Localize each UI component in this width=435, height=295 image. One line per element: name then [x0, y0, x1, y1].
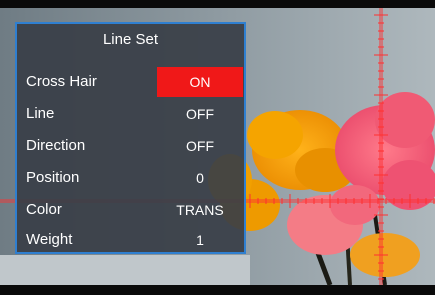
- menu-item-line[interactable]: Line OFF: [17, 99, 244, 129]
- menu-item-label: Weight: [26, 231, 73, 248]
- menu-item-value[interactable]: TRANS: [157, 195, 243, 225]
- menu-item-value[interactable]: 0: [157, 163, 243, 193]
- menu-item-direction[interactable]: Direction OFF: [17, 131, 244, 161]
- menu-item-color[interactable]: Color TRANS: [17, 195, 244, 225]
- menu-item-label: Cross Hair: [26, 73, 97, 90]
- menu-item-label: Direction: [26, 137, 86, 154]
- menu-item-cross-hair[interactable]: Cross Hair ON: [17, 67, 244, 97]
- menu-item-weight[interactable]: Weight 1: [17, 225, 244, 255]
- menu-item-value[interactable]: OFF: [157, 99, 243, 129]
- line-set-menu: Line Set Cross Hair ON Line OFF Directio…: [15, 22, 246, 254]
- menu-item-label: Position: [26, 169, 80, 186]
- menu-item-label: Color: [26, 201, 62, 218]
- monitor-screen: Line Set Cross Hair ON Line OFF Directio…: [0, 0, 435, 295]
- menu-item-position[interactable]: Position 0: [17, 163, 244, 193]
- menu-item-value[interactable]: OFF: [157, 131, 243, 161]
- menu-item-value-selected[interactable]: ON: [157, 67, 243, 97]
- menu-item-value[interactable]: 1: [157, 225, 243, 255]
- menu-title: Line Set: [102, 31, 159, 48]
- menu-item-label: Line: [26, 105, 55, 122]
